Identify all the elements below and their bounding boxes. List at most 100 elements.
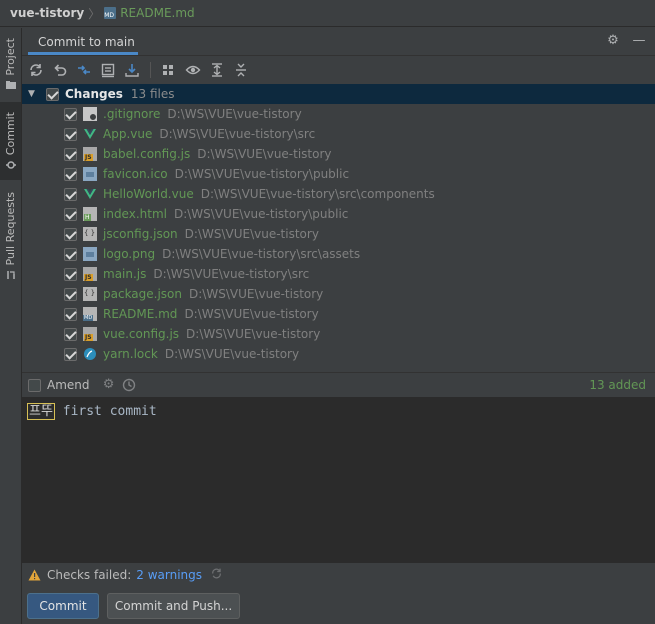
gitignore-file-icon	[83, 107, 97, 121]
collapse-all-icon	[236, 63, 246, 76]
file-checkbox[interactable]	[64, 167, 77, 181]
expand-all-icon	[212, 62, 222, 77]
tab-project[interactable]: Project	[0, 34, 21, 94]
checks-status: Checks failed: 2 warnings	[28, 566, 223, 584]
added-count: 13 added	[589, 378, 646, 392]
changes-checkbox[interactable]	[46, 87, 59, 101]
file-path: D:\WS\VUE\vue-tistory	[186, 327, 321, 341]
file-row[interactable]: README.md D:\WS\VUE\vue-tistory	[22, 304, 655, 324]
commit-message-editor[interactable]: 프뚜 first commit	[22, 397, 655, 563]
changes-group-row[interactable]: ▼ Changes 13 files	[22, 84, 655, 104]
file-name: logo.png	[103, 247, 156, 261]
file-path: D:\WS\VUE\vue-tistory	[197, 147, 332, 161]
minimize-icon[interactable]: —	[632, 34, 646, 48]
update-button[interactable]	[122, 60, 142, 80]
file-checkbox[interactable]	[64, 247, 77, 261]
file-path: D:\WS\VUE\vue-tistory	[184, 307, 319, 321]
history-clock-icon[interactable]	[122, 378, 136, 392]
checks-failed-label: Checks failed:	[47, 568, 132, 582]
file-name: main.js	[103, 267, 147, 281]
file-row[interactable]: jsconfig.json D:\WS\VUE\vue-tistory	[22, 224, 655, 244]
file-checkbox[interactable]	[64, 147, 77, 161]
gear-icon[interactable]: ⚙	[606, 34, 620, 48]
file-checkbox[interactable]	[64, 287, 77, 301]
chevron-down-icon[interactable]: ▼	[28, 89, 38, 99]
breadcrumb-file-label: README.md	[120, 6, 195, 20]
diff-button[interactable]	[74, 60, 94, 80]
rollback-button[interactable]	[50, 60, 70, 80]
view-options-icon	[185, 65, 201, 74]
commit-message-prefix-text: 프뚜	[29, 404, 53, 419]
file-checkbox[interactable]	[64, 307, 77, 321]
tab-project-label: Project	[4, 38, 17, 76]
shelve-icon	[101, 63, 115, 77]
file-name: vue.config.js	[103, 327, 180, 341]
diff-icon	[78, 64, 90, 75]
file-name: package.json	[103, 287, 183, 301]
breadcrumb: vue-tistory 〉 README.md	[0, 0, 655, 27]
file-row[interactable]: main.js D:\WS\VUE\vue-tistory\src	[22, 264, 655, 284]
refresh-icon	[30, 63, 42, 76]
amend-row: Amend ⚙ 13 added	[22, 372, 655, 397]
json-file-icon	[83, 227, 97, 241]
file-name: favicon.ico	[103, 167, 168, 181]
file-checkbox[interactable]	[64, 347, 77, 361]
commit-button[interactable]: Commit	[27, 593, 99, 619]
file-checkbox[interactable]	[64, 127, 77, 141]
file-name: index.html	[103, 207, 167, 221]
file-row[interactable]: .gitignore D:\WS\VUE\vue-tistory	[22, 104, 655, 124]
file-row[interactable]: yarn.lock D:\WS\VUE\vue-tistory	[22, 344, 655, 364]
commit-options-gear-icon[interactable]: ⚙	[102, 378, 116, 392]
warnings-link[interactable]: 2 warnings	[136, 568, 202, 582]
js-file-icon	[83, 327, 97, 341]
rerun-checks-icon[interactable]	[210, 567, 223, 584]
commit-and-push-button[interactable]: Commit and Push...	[107, 593, 240, 619]
amend-checkbox[interactable]	[28, 378, 41, 392]
file-name: README.md	[103, 307, 178, 321]
toolbar-separator	[150, 61, 151, 78]
file-row[interactable]: index.html D:\WS\VUE\vue-tistory\public	[22, 204, 655, 224]
file-path: D:\WS\VUE\vue-tistory\public	[174, 167, 350, 181]
image-file-icon	[83, 247, 97, 261]
file-name: jsconfig.json	[103, 227, 178, 241]
file-row[interactable]: favicon.ico D:\WS\VUE\vue-tistory\public	[22, 164, 655, 184]
breadcrumb-project[interactable]: vue-tistory	[10, 6, 84, 20]
vue-file-icon	[84, 129, 96, 139]
commit-message-text: first commit	[54, 404, 157, 419]
file-checkbox[interactable]	[64, 327, 77, 341]
shelve-button[interactable]	[98, 60, 118, 80]
warning-icon	[28, 569, 41, 581]
tool-window-bar: Project Commit Pull Requests	[0, 28, 22, 624]
collapse-all-button[interactable]	[231, 60, 251, 80]
file-checkbox[interactable]	[64, 107, 77, 121]
file-row[interactable]: HelloWorld.vue D:\WS\VUE\vue-tistory\src…	[22, 184, 655, 204]
file-checkbox[interactable]	[64, 207, 77, 221]
tab-commit[interactable]: Commit	[0, 102, 21, 180]
file-row[interactable]: vue.config.js D:\WS\VUE\vue-tistory	[22, 324, 655, 344]
changes-count: 13 files	[130, 87, 175, 101]
commit-toolbar	[22, 56, 655, 83]
group-by-button[interactable]	[159, 60, 179, 80]
amend-label[interactable]: Amend	[47, 378, 90, 392]
file-row[interactable]: logo.png D:\WS\VUE\vue-tistory\src\asset…	[22, 244, 655, 264]
file-row[interactable]: App.vue D:\WS\VUE\vue-tistory\src	[22, 124, 655, 144]
refresh-button[interactable]	[26, 60, 46, 80]
file-checkbox[interactable]	[64, 187, 77, 201]
file-row[interactable]: package.json D:\WS\VUE\vue-tistory	[22, 284, 655, 304]
md-file-icon	[83, 307, 97, 321]
file-name: .gitignore	[103, 107, 161, 121]
tab-pull-requests[interactable]: Pull Requests	[0, 186, 21, 286]
file-path: D:\WS\VUE\vue-tistory\src\components	[200, 187, 435, 201]
file-name: HelloWorld.vue	[103, 187, 194, 201]
file-row[interactable]: babel.config.js D:\WS\VUE\vue-tistory	[22, 144, 655, 164]
file-name: App.vue	[103, 127, 153, 141]
breadcrumb-file[interactable]: README.md	[104, 6, 195, 20]
expand-all-button[interactable]	[207, 60, 227, 80]
file-checkbox[interactable]	[64, 267, 77, 281]
clock-icon	[122, 378, 135, 392]
view-options-button[interactable]	[183, 60, 203, 80]
download-icon	[125, 63, 139, 77]
file-checkbox[interactable]	[64, 227, 77, 241]
folder-icon	[5, 80, 16, 89]
tab-commit-to-main[interactable]: Commit to main	[28, 28, 145, 55]
